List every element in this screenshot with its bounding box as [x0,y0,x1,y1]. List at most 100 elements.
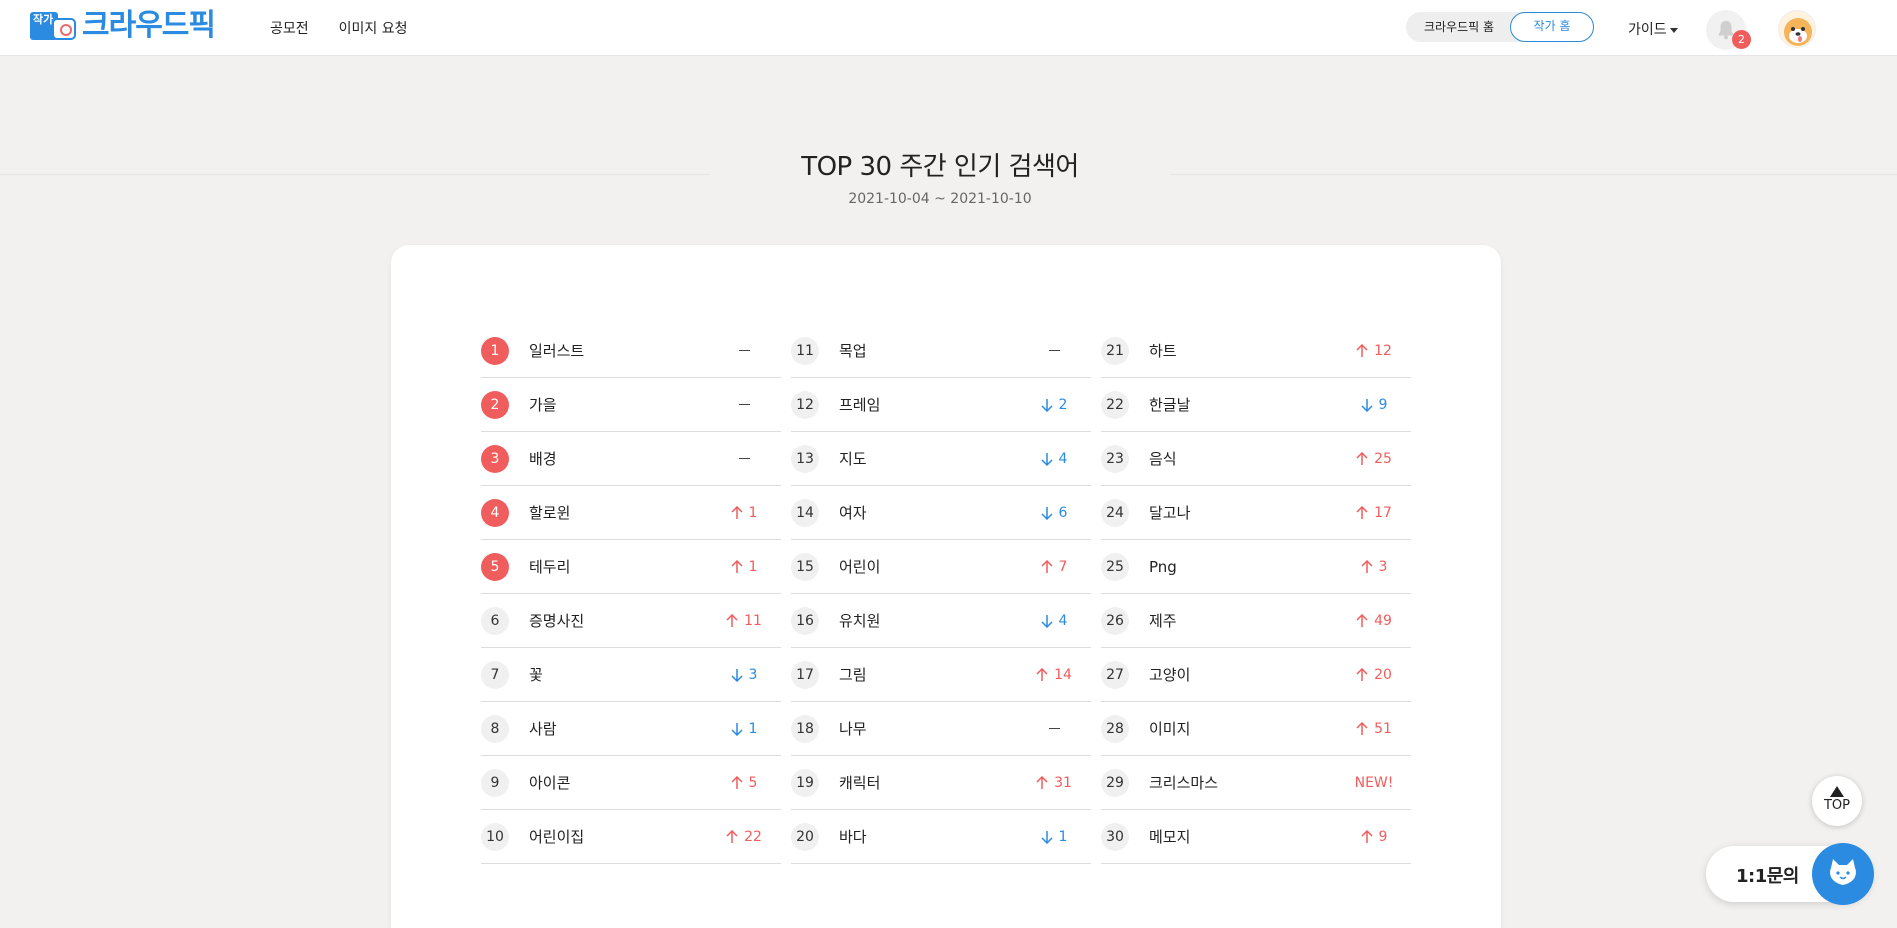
change-value: 31 [1054,774,1072,791]
ranking-row[interactable]: 9 아이콘 5 [481,756,781,810]
arrow-up-icon [1036,667,1048,682]
rank-change: 1 [717,721,771,737]
ranking-column-3: 21 하트 12 22 한글날 9 23 음식 25 24 달고나 17 25 Png 3 26 제주 49 27 고… [1101,324,1411,864]
ranking-column-1: 1 일러스트 2 가을 3 배경 4 할로윈 1 5 테두리 1 6 증명사진 11 7 꽃 3 8 사람 1 9 아이콘 5… [481,324,791,864]
change-value: 2 [1058,396,1068,413]
arrow-up-icon [1356,667,1368,682]
rank-change: 11 [717,613,771,629]
ranking-row[interactable]: 6 증명사진 11 [481,594,781,648]
change-value: 51 [1374,720,1392,737]
rank-change: 6 [1027,505,1081,521]
rank-change: 31 [1027,775,1081,791]
rank-change: 1 [717,505,771,521]
change-value: 12 [1374,342,1392,359]
user-avatar[interactable] [1778,10,1816,48]
notification-button[interactable]: 2 [1706,10,1751,50]
rank-change: 22 [717,829,771,845]
rank-change: 5 [717,775,771,791]
arrow-up-icon [1356,613,1368,628]
guide-label: 가이드 [1628,22,1667,38]
ranking-row[interactable]: 18 나무 [791,702,1091,756]
ranking-row[interactable]: 21 하트 12 [1101,324,1411,378]
ranking-row[interactable]: 11 목업 [791,324,1091,378]
change-value: 1 [1058,828,1068,845]
change-value: 25 [1374,450,1392,467]
ranking-row[interactable]: 20 바다 1 [791,810,1091,864]
rank-change: 9 [1347,397,1401,413]
rank-change: 25 [1347,451,1401,467]
arrow-up-icon [1830,786,1844,797]
ranking-row[interactable]: 8 사람 1 [481,702,781,756]
change-value: 20 [1374,666,1392,683]
ranking-row[interactable]: 28 이미지 51 [1101,702,1411,756]
ranking-row[interactable]: 3 배경 [481,432,781,486]
nav-contest[interactable]: 공모전 [270,18,309,38]
ranking-row[interactable]: 5 테두리 1 [481,540,781,594]
rank-badge: 16 [791,606,819,635]
rank-change: 12 [1347,343,1401,359]
ranking-row[interactable]: 15 어린이 7 [791,540,1091,594]
arrow-up-icon [726,829,738,844]
ranking-row[interactable]: 12 프레임 2 [791,378,1091,432]
change-value: 5 [748,774,758,791]
arrow-up-icon [726,613,738,628]
rank-badge: 29 [1101,768,1129,797]
ranking-row[interactable]: 13 지도 4 [791,432,1091,486]
arrow-up-icon [1036,775,1048,790]
no-change-dash-icon [738,349,750,352]
logo[interactable]: 작가 크라우드픽 [30,8,216,44]
period-text: 2021-10-04 ~ 2021-10-10 [848,191,1032,207]
rank-change: 3 [717,667,771,683]
guide-dropdown[interactable]: 가이드 [1628,19,1678,39]
arrow-down-icon [1041,506,1053,520]
rank-badge: 5 [481,552,509,581]
nav-image-request[interactable]: 이미지 요청 [339,18,408,38]
rank-badge: 28 [1101,714,1129,743]
ranking-card: 1 일러스트 2 가을 3 배경 4 할로윈 1 5 테두리 1 6 증명사진 11 7 꽃 3 8 사람 1 9 아이콘 5… [391,245,1501,928]
rank-badge: 13 [791,444,819,473]
arrow-up-icon [1041,559,1053,574]
ranking-row[interactable]: 22 한글날 9 [1101,378,1411,432]
ranking-row[interactable]: 16 유치원 4 [791,594,1091,648]
ranking-row[interactable]: 17 그림 14 [791,648,1091,702]
rank-change: 1 [1027,829,1081,845]
rank-change [1027,727,1081,730]
ranking-row[interactable]: 29 크리스마스 NEW! [1101,756,1411,810]
ranking-row[interactable]: 7꽃3 [481,648,781,702]
arrow-up-icon [1356,721,1368,736]
rank-badge: 10 [481,822,509,851]
arrow-up-icon [731,775,743,790]
artist-home-button[interactable]: 작가 홈 [1510,12,1594,42]
change-value: 7 [1058,558,1068,575]
ranking-row[interactable]: 27 고양이 20 [1101,648,1411,702]
site-header: 작가 크라우드픽 공모전 이미지 요청 크라우드픽 홈 작가 홈 가이드 2 [0,0,1897,56]
site-home-button[interactable]: 크라우드픽 홈 [1406,12,1512,42]
ranking-row[interactable]: 2 가을 [481,378,781,432]
ranking-row[interactable]: 10 어린이집 22 [481,810,781,864]
ranking-row[interactable]: 23 음식 25 [1101,432,1411,486]
new-badge: NEW! [1354,774,1394,791]
rank-change: 7 [1027,559,1081,575]
ranking-row[interactable]: 19 캐릭터 31 [791,756,1091,810]
rank-change [1027,349,1081,352]
change-value: 1 [748,720,758,737]
ranking-row[interactable]: 26 제주 49 [1101,594,1411,648]
change-value: 14 [1054,666,1072,683]
ranking-row[interactable]: 25 Png 3 [1101,540,1411,594]
rank-badge: 26 [1101,606,1129,635]
ranking-row[interactable]: 30 메모지 9 [1101,810,1411,864]
scroll-top-button[interactable]: TOP [1812,776,1862,826]
ranking-row[interactable]: 1 일러스트 [481,324,781,378]
ranking-row[interactable]: 14 여자 6 [791,486,1091,540]
rank-badge: 8 [481,714,509,743]
arrow-down-icon [1041,614,1053,628]
rank-change: 17 [1347,505,1401,521]
ranking-column-2: 11 목업 12 프레임 2 13 지도 4 14 여자 6 15 어린이 7 16 유치원 4 17 그림 14 18… [791,324,1101,864]
chat-label: 1:1문의 [1736,866,1799,887]
rank-badge: 9 [481,768,509,797]
change-value: 17 [1374,504,1392,521]
ranking-row[interactable]: 4 할로윈 1 [481,486,781,540]
ranking-row[interactable]: 24 달고나 17 [1101,486,1411,540]
rank-badge: 30 [1101,822,1129,851]
inquiry-chat-button[interactable]: 1:1문의 [1706,843,1874,905]
